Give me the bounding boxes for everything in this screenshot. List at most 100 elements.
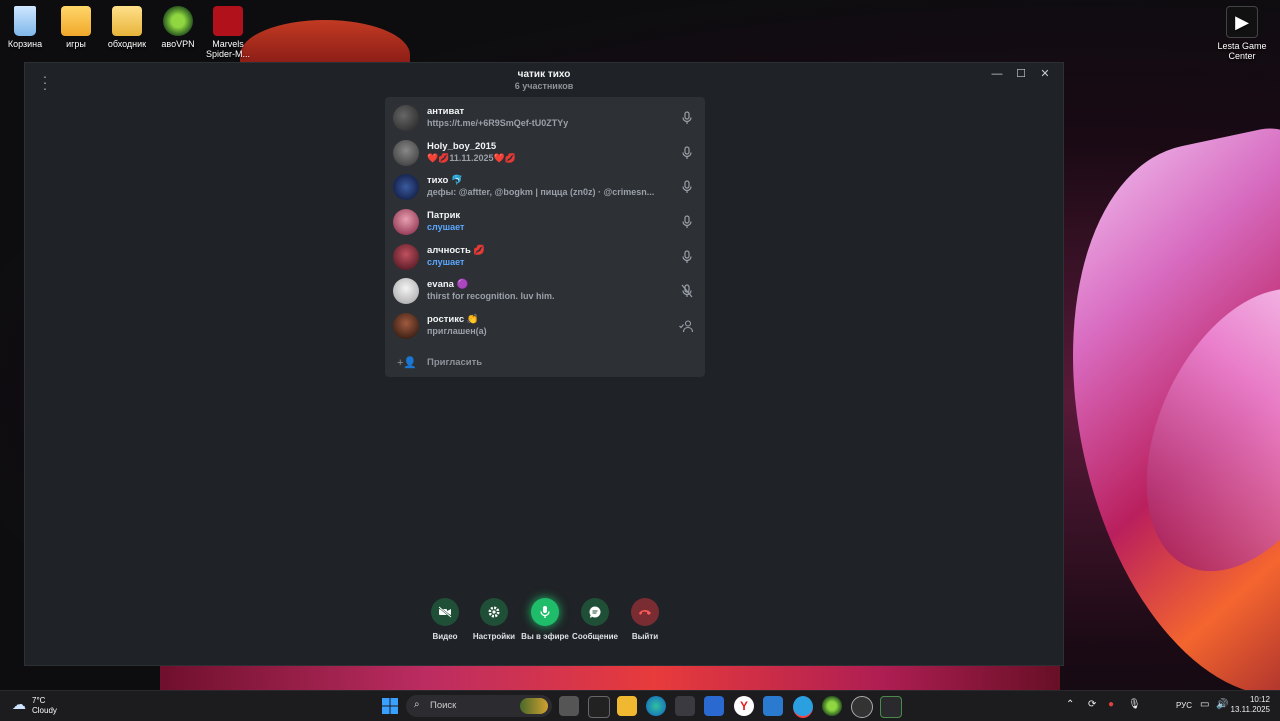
language-indicator[interactable]: РУС [1176, 701, 1192, 710]
participant-status: дефы: @aftter, @bogkm | пицца (zn0z) · @… [427, 187, 655, 197]
terminal-icon[interactable] [588, 696, 610, 718]
network-icon[interactable]: ▭ [1200, 699, 1209, 710]
mic-icon[interactable] [681, 250, 693, 264]
mail-icon[interactable] [704, 696, 724, 716]
search-input[interactable]: ⌕ Поиск [406, 695, 552, 717]
start-button[interactable] [382, 698, 398, 719]
participant-row[interactable]: evana 🟣 thirst for recognition. luv him. [385, 274, 705, 308]
invite-label: Пригласить [427, 357, 483, 368]
folder-icon [112, 6, 142, 36]
vpn-icon [163, 6, 193, 36]
avatar [393, 278, 419, 304]
avatar [393, 140, 419, 166]
participant-row[interactable]: антиват https://t.me/+6R9SmQef-tU0ZTYy [385, 101, 705, 135]
mic-muted-icon[interactable] [681, 284, 693, 298]
yandex-icon[interactable]: Y [734, 696, 754, 716]
participant-row[interactable]: ростикс 👏 приглашен(а) [385, 309, 705, 343]
lesta-icon: ▶ [1226, 6, 1258, 38]
invite-button[interactable]: +👤 Пригласить [385, 352, 705, 374]
avatar [393, 244, 419, 270]
desktop-icon-bypass[interactable]: обходник [99, 6, 155, 49]
task-view-icon[interactable] [559, 696, 579, 716]
call-controls: Видео Настройки Вы в эфире Сообщение Вый… [425, 598, 665, 648]
desktop-icon-label: Lesta Game Center [1217, 41, 1267, 61]
desktop-icon-spiderman[interactable]: Marvels Spider-M... [200, 6, 256, 59]
avatar [393, 209, 419, 235]
clock[interactable]: 10:12 13.11.2025 [1231, 695, 1270, 715]
gear-icon [480, 598, 508, 626]
desktop-icon-recycle-bin[interactable]: Корзина [0, 6, 53, 49]
spider-man-icon [213, 6, 243, 36]
participant-status: слушает [427, 257, 465, 267]
mic-icon[interactable] [681, 180, 693, 194]
search-placeholder: Поиск [430, 700, 457, 711]
participant-row[interactable]: алчность 💋 слушает [385, 240, 705, 274]
participant-name: ростикс 👏 [427, 314, 479, 325]
store-icon[interactable] [675, 696, 695, 716]
folder-icon [61, 6, 91, 36]
vpn-icon[interactable] [822, 696, 842, 716]
participant-status: слушает [427, 222, 465, 232]
mic-icon[interactable] [681, 146, 693, 160]
desktop-icon-label: обходник [107, 39, 147, 49]
desktop-icon-label: aвoVPN [161, 39, 195, 49]
telegram-icon[interactable] [793, 696, 813, 718]
participant-name: evana 🟣 [427, 279, 469, 290]
steam-icon[interactable] [851, 696, 873, 718]
maximize-icon[interactable]: ☐ [1009, 65, 1033, 83]
desktop-icon-label: игры [66, 39, 86, 49]
antivirus-icon[interactable]: ● [1108, 699, 1114, 710]
weather-temp: 7°C [32, 696, 46, 705]
mic-icon [531, 598, 559, 626]
window-controls: — ☐ ✕ [985, 65, 1057, 83]
search-icon: ⌕ [414, 699, 420, 710]
voice-chat-window: · · · чатик тихо 6 участников — ☐ ✕ антива… [24, 62, 1064, 666]
control-label: Выйти [631, 632, 659, 641]
chevron-up-icon[interactable]: ⌃ [1066, 699, 1074, 710]
photos-icon[interactable] [763, 696, 783, 716]
video-off-icon [431, 598, 459, 626]
participant-name: Holy_boy_2015 [427, 141, 497, 152]
avatar [393, 174, 419, 200]
avatar [393, 313, 419, 339]
mic-tray-icon[interactable]: 🎙 [1128, 699, 1141, 710]
weather-widget[interactable]: ☁ 7°C Cloudy [12, 696, 57, 716]
windows-icon [382, 698, 398, 714]
mic-icon[interactable] [681, 215, 693, 229]
taskbar: ☁ 7°C Cloudy ⌕ Поиск Y ⌃ ⟳ ● 🎙 РУС ▭ 🔊 1… [0, 690, 1280, 721]
participant-row[interactable]: Holy_boy_2015 ❤️💋11.11.2025❤️💋 [385, 136, 705, 170]
participant-status: thirst for recognition. luv him. [427, 291, 555, 301]
invited-user-icon[interactable] [679, 319, 693, 333]
participant-name: алчность 💋 [427, 245, 486, 256]
desktop-icon-lesta[interactable]: ▶ Lesta Game Center [1214, 6, 1270, 61]
avatar [393, 105, 419, 131]
participant-name: Патрик [427, 210, 461, 221]
recycle-bin-icon [14, 6, 36, 36]
add-user-icon: +👤 [397, 357, 418, 369]
sync-icon[interactable]: ⟳ [1088, 699, 1096, 710]
participant-row[interactable]: Патрик слушает [385, 205, 705, 239]
participant-row[interactable]: тихо 🐬 дефы: @aftter, @bogkm | пицца (zn… [385, 170, 705, 204]
minimize-icon[interactable]: — [985, 65, 1009, 83]
message-icon [581, 598, 609, 626]
system-tray: ⌃ ⟳ ● 🎙 РУС ▭ 🔊 10:12 13.11.2025 [1050, 691, 1270, 721]
participant-status: ❤️💋11.11.2025❤️💋 [427, 153, 516, 163]
desktop-icon-label: Корзина [7, 39, 43, 49]
time: 10:12 [1249, 695, 1270, 704]
mic-icon[interactable] [681, 111, 693, 125]
hang-up-icon [631, 598, 659, 626]
volume-icon[interactable]: 🔊 [1216, 699, 1228, 710]
close-icon[interactable]: ✕ [1033, 65, 1057, 83]
participant-name: антиват [427, 106, 465, 117]
edge-icon[interactable] [646, 696, 666, 716]
leave-button[interactable]: Выйти [615, 598, 675, 641]
weather-desc: Cloudy [32, 706, 57, 715]
desktop-icon-vpn[interactable]: aвoVPN [150, 6, 206, 49]
file-explorer-icon[interactable] [617, 696, 637, 716]
participant-name: тихо 🐬 [427, 175, 463, 186]
participant-status: https://t.me/+6R9SmQef-tU0ZTYy [427, 118, 569, 128]
search-highlight-icon [520, 698, 548, 714]
cloud-icon: ☁ [12, 696, 26, 712]
game-bar-icon[interactable] [880, 696, 902, 718]
desktop-icon-games[interactable]: игры [48, 6, 104, 49]
